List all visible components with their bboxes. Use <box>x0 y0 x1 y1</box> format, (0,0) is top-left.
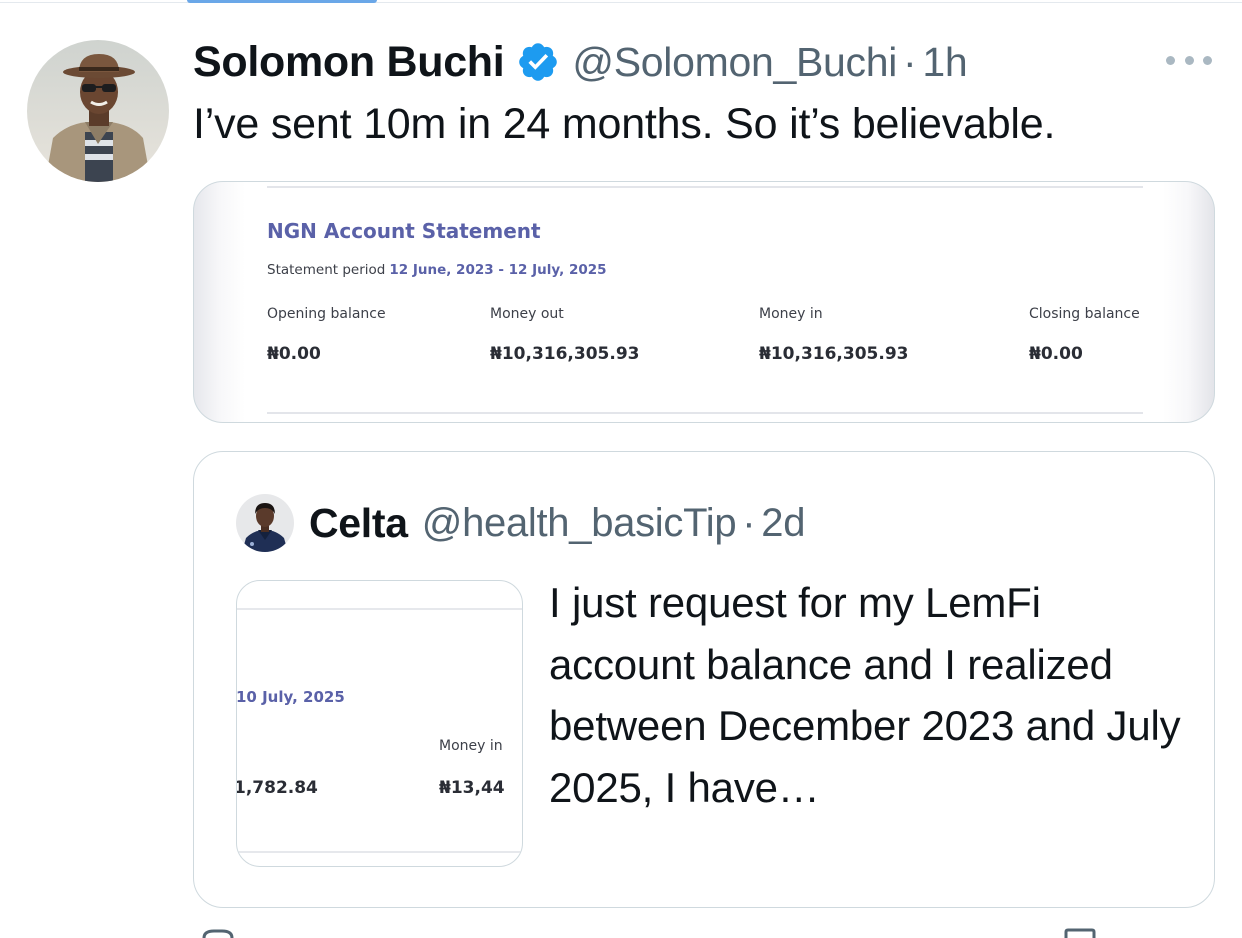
more-dot <box>1203 55 1212 65</box>
meta-separator: · <box>903 38 917 85</box>
author-avatar-image <box>27 40 169 182</box>
active-tab-indicator <box>187 0 377 3</box>
statement-image[interactable]: NGN Account Statement Statement period 12… <box>193 181 1215 423</box>
quoted-author-avatar[interactable] <box>236 494 294 552</box>
more-options-icon[interactable] <box>1166 48 1212 72</box>
thumbnail-divider-bottom <box>237 851 522 853</box>
quoted-meta-separator: · <box>742 500 756 545</box>
quoted-tweet[interactable]: Celta @health_basicTip · 2d 10 July, 202… <box>193 451 1215 908</box>
quoted-avatar-image <box>236 494 294 552</box>
closing-balance-value: ₦0.00 <box>1029 344 1083 364</box>
share-icon[interactable] <box>1062 928 1098 938</box>
reply-icon[interactable] <box>200 928 236 938</box>
thumbnail-value-right: ₦13,44 <box>439 778 505 798</box>
author-handle[interactable]: @Solomon_Buchi <box>572 39 897 86</box>
more-dot <box>1184 55 1194 65</box>
money-in-label: Money in <box>759 306 823 322</box>
money-in-value: ₦10,316,305.93 <box>759 344 909 364</box>
tweet-header: Solomon Buchi @Solomon_Buchi · 1h <box>193 36 968 88</box>
thumbnail-divider-top <box>237 608 522 610</box>
quoted-author-handle[interactable]: @health_basicTip <box>422 501 737 546</box>
money-out-label: Money out <box>490 306 564 322</box>
statement-title: NGN Account Statement <box>267 219 541 243</box>
opening-balance-label: Opening balance <box>267 306 386 322</box>
closing-balance-label: Closing balance <box>1029 306 1140 322</box>
author-name[interactable]: Solomon Buchi <box>193 38 505 87</box>
verified-badge-icon[interactable] <box>516 40 560 84</box>
more-dot <box>1166 55 1175 65</box>
quoted-author-name[interactable]: Celta <box>309 500 408 547</box>
opening-balance-value: ₦0.00 <box>267 344 321 364</box>
money-out-value: ₦10,316,305.93 <box>490 344 640 364</box>
author-avatar[interactable] <box>27 40 169 182</box>
statement-period: Statement period 12 June, 2023 - 12 July,… <box>267 262 607 278</box>
statement-period-value: 12 June, 2023 - 12 July, 2025 <box>389 262 607 278</box>
quoted-statement-thumbnail[interactable]: 10 July, 2025 Money in 1,782.84 ₦13,44 <box>236 580 523 867</box>
quoted-tweet-timestamp[interactable]: 2d <box>761 501 805 546</box>
statement-divider-bottom <box>267 412 1143 414</box>
thumbnail-value-left: 1,782.84 <box>236 778 318 798</box>
top-divider <box>0 2 1242 3</box>
tweet-timestamp[interactable]: 1h <box>922 39 967 86</box>
tweet-text: I’ve sent 10m in 24 months. So it’s beli… <box>193 100 1056 148</box>
statement-period-label: Statement period <box>267 262 386 278</box>
thumbnail-date: 10 July, 2025 <box>236 688 345 706</box>
thumbnail-money-in-label: Money in <box>439 738 503 754</box>
statement-divider-top <box>267 186 1143 188</box>
quoted-tweet-text: I just request for my LemFi account bala… <box>549 579 1181 811</box>
quoted-tweet-header: Celta @health_basicTip · 2d <box>309 498 806 548</box>
